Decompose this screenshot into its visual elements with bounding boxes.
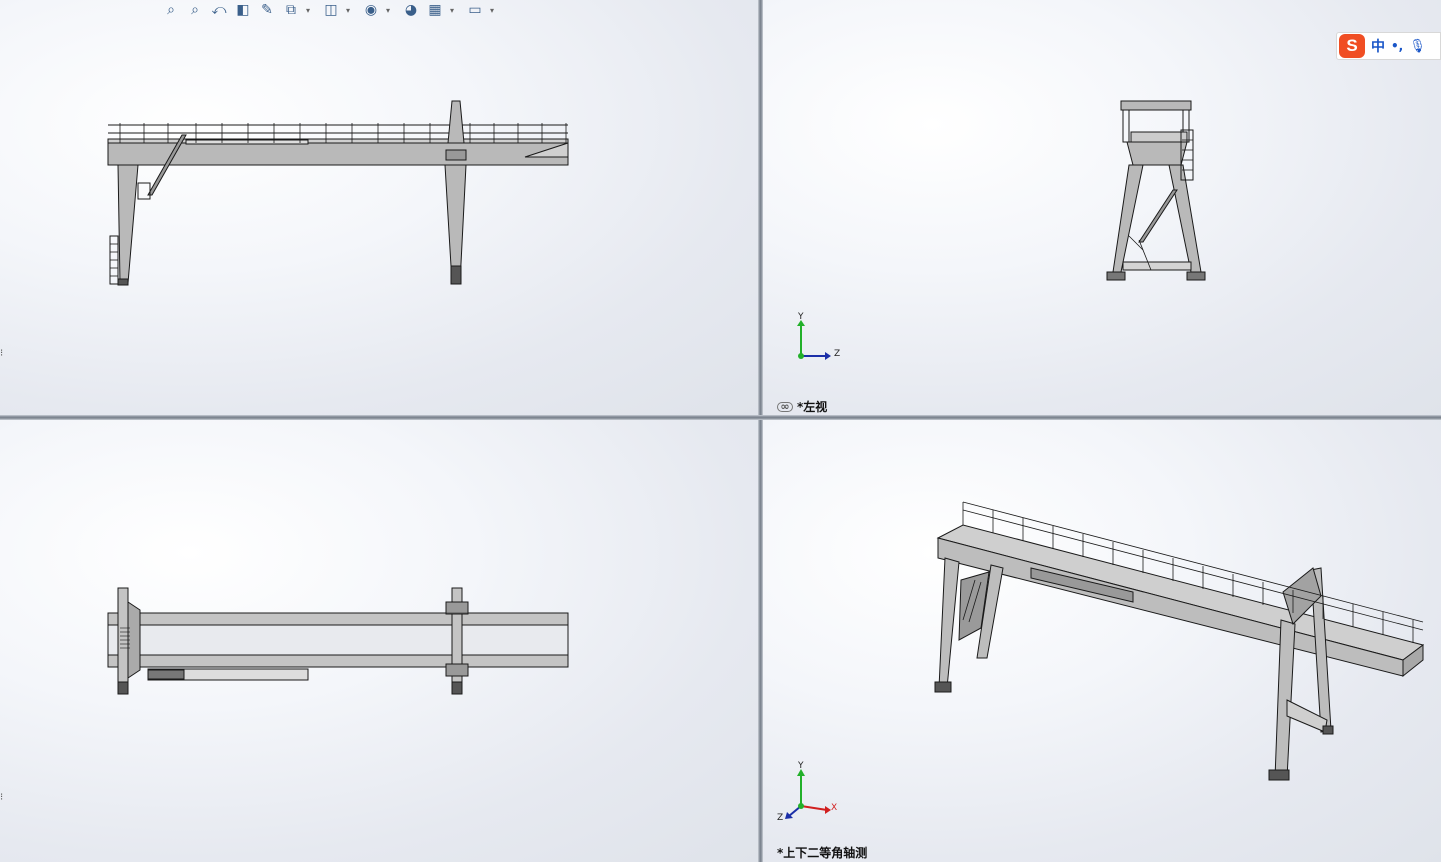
right-leg	[444, 164, 467, 284]
leg-left	[1112, 164, 1144, 273]
top-frame	[1120, 100, 1192, 111]
ime-language-toggle[interactable]: 中	[1371, 36, 1385, 56]
crane-left-view	[797, 100, 1206, 360]
triad-z-label: Z	[777, 813, 784, 823]
link-views-icon[interactable]: ∞	[777, 401, 793, 412]
sogou-logo-icon[interactable]: S	[1339, 34, 1365, 58]
chevron-down-icon[interactable]: ▾	[448, 1, 456, 19]
display-style-icon[interactable]: ◫	[320, 1, 342, 19]
girder-top-rail	[107, 612, 569, 626]
axis-triad	[785, 769, 831, 819]
girder-section	[1126, 141, 1188, 166]
apply-scene-icon[interactable]: ▦	[424, 1, 446, 19]
dynamic-annotation-icon[interactable]: ✎	[256, 1, 278, 19]
view-name-label: ∞ *左视	[777, 398, 827, 415]
view-name-text: *上下二等角轴测	[777, 846, 868, 860]
chevron-down-icon[interactable]: ▾	[344, 1, 352, 19]
crane-top-view	[107, 587, 569, 695]
viewport-splitter-horizontal[interactable]	[0, 415, 1441, 420]
ime-punctuation-toggle[interactable]: •,	[1391, 39, 1403, 53]
zoom-to-fit-icon[interactable]: ⌕	[160, 1, 182, 19]
view-orientation-icon[interactable]: ⧉	[280, 1, 302, 19]
edit-appearance-icon[interactable]: ◕	[400, 1, 422, 19]
triad-x-label: X	[831, 803, 838, 813]
crane-isometric-view	[785, 501, 1425, 819]
chevron-down-icon[interactable]: ▾	[488, 1, 496, 19]
section-view-icon[interactable]: ◧	[232, 1, 254, 19]
viewport-left[interactable]: Y Z ∞ *左视	[763, 0, 1441, 415]
heads-up-view-toolbar: ⌕ ⌕ ⤺ ◧ ✎ ⧉ ▾ ◫ ▾ ◉ ▾ ◕ ▦ ▾ ▭ ▾	[160, 0, 502, 20]
left-leg	[117, 164, 139, 284]
view-settings-icon[interactable]: ▭	[464, 1, 486, 19]
chevron-down-icon[interactable]: ▾	[384, 1, 392, 19]
girder-deck	[936, 524, 1425, 661]
axis-triad	[797, 320, 831, 360]
edge-marker: ⁝	[0, 348, 4, 359]
view-name-label: *上下二等角轴测	[777, 844, 867, 861]
previous-view-icon[interactable]: ⤺	[208, 1, 230, 19]
viewport-splitter-vertical[interactable]	[758, 0, 763, 862]
solidworks-graphics-area: ⁝ Y Z ∞ *左视 ⁝ Y X Z *上下二等角轴测 ⌕ ⌕ ⤺ ◧ ✎ ⧉…	[0, 0, 1441, 862]
crane-front-view	[107, 100, 569, 286]
edge-marker: ⁝	[0, 792, 4, 803]
triad-z-label: Z	[834, 349, 841, 359]
microphone-icon[interactable]: 🎙	[1409, 39, 1426, 54]
chevron-down-icon[interactable]: ▾	[304, 1, 312, 19]
ime-status-bar[interactable]: S 中 •, 🎙	[1336, 32, 1441, 60]
left-leg-front	[938, 557, 960, 689]
triad-y-label: Y	[798, 761, 804, 771]
girder-bottom-rail	[107, 654, 569, 668]
viewport-front[interactable]: ⁝	[0, 0, 758, 415]
leg-right	[1168, 164, 1202, 273]
viewport-isometric[interactable]: Y X Z *上下二等角轴测	[763, 420, 1441, 862]
view-name-text: *左视	[797, 400, 828, 414]
zoom-to-area-icon[interactable]: ⌕	[184, 1, 206, 19]
hide-show-items-icon[interactable]: ◉	[360, 1, 382, 19]
viewport-top[interactable]: ⁝	[0, 420, 758, 862]
triad-y-label: Y	[798, 312, 804, 322]
